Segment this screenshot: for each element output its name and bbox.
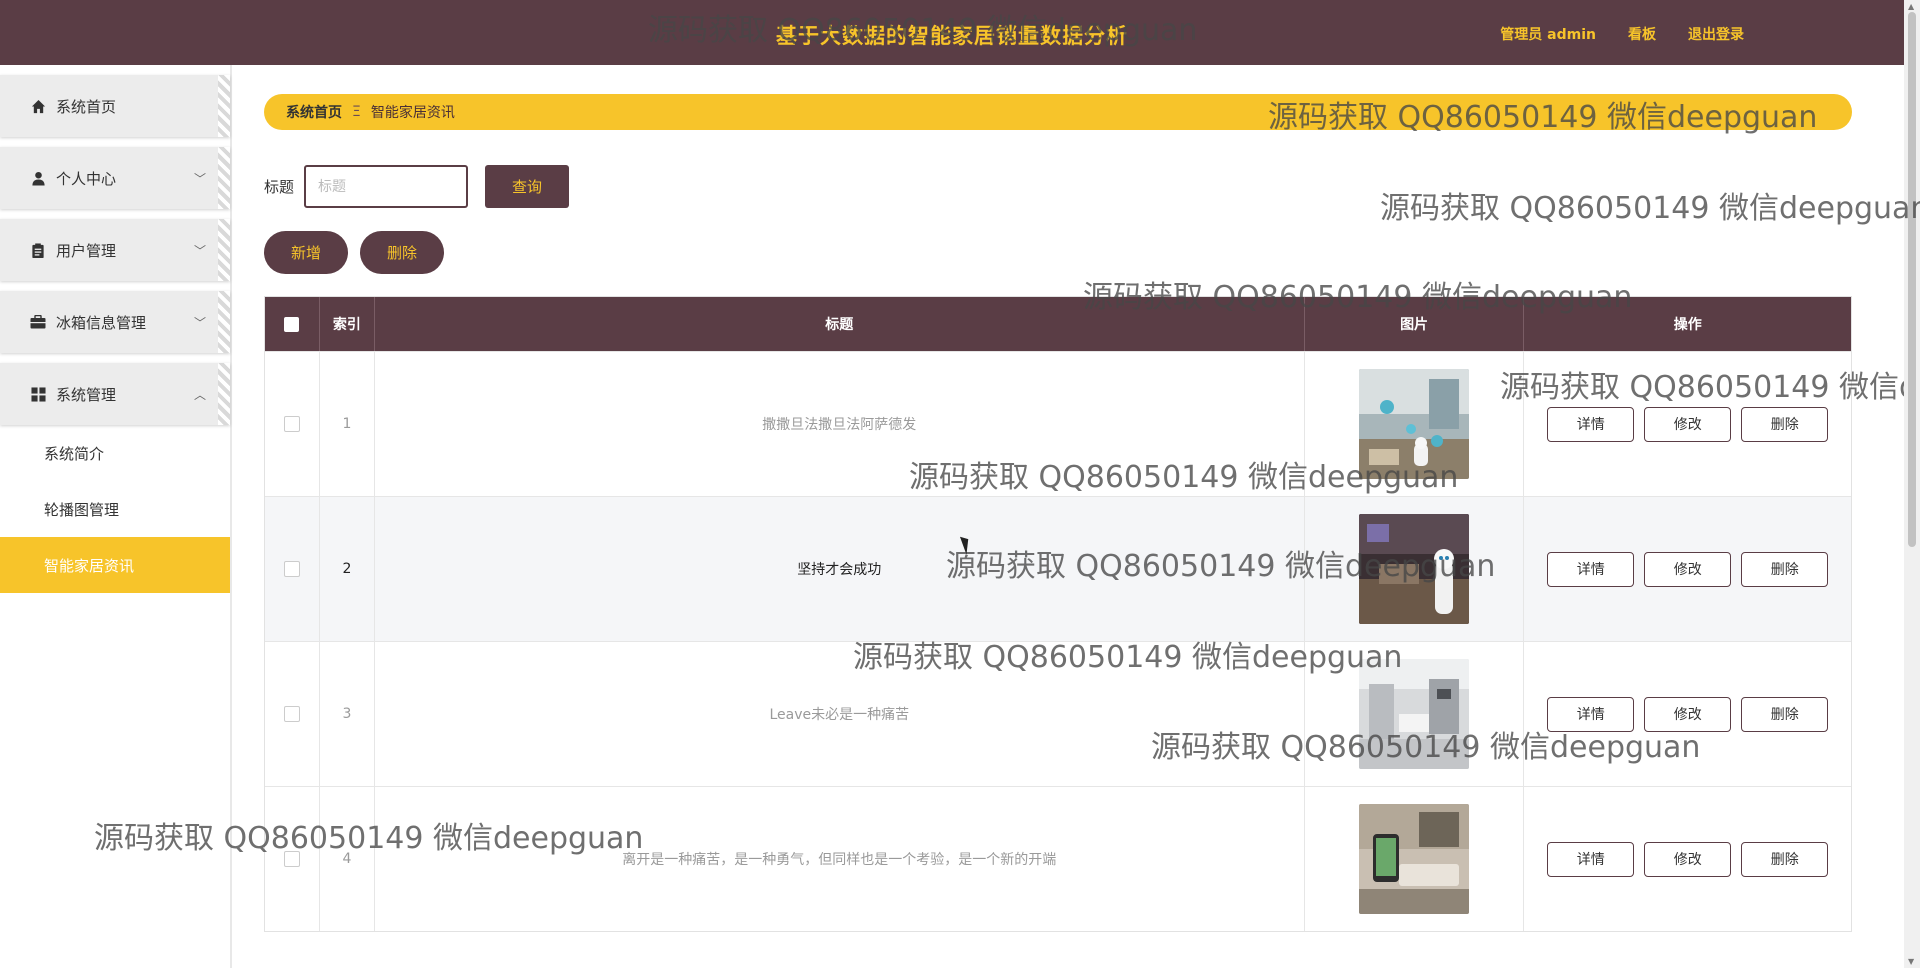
- delete-button[interactable]: 删除: [1741, 696, 1829, 732]
- edit-button[interactable]: 修改: [1644, 841, 1732, 877]
- scroll-up-icon[interactable]: ▲: [1908, 2, 1914, 11]
- breadcrumb-current: 智能家居资讯: [370, 105, 455, 121]
- row-index: 3: [320, 642, 375, 786]
- dashboard-link[interactable]: 看板: [1628, 24, 1656, 44]
- column-header-title: 标题: [375, 297, 1305, 351]
- news-thumbnail[interactable]: [1359, 369, 1470, 479]
- news-thumbnail[interactable]: [1359, 659, 1470, 769]
- chevron-down-icon: ﹀: [193, 244, 206, 258]
- briefcase-icon: [30, 314, 46, 330]
- select-all-checkbox[interactable]: [284, 316, 300, 332]
- sidebar-item-fridge-info[interactable]: 冰箱信息管理 ﹀: [0, 291, 230, 353]
- news-thumbnail[interactable]: [1359, 514, 1470, 624]
- top-header: 基于大数据的智能家居销量数据分析 管理员 admin 看板 退出登录: [0, 0, 1904, 65]
- header-nav: 管理员 admin 看板 退出登录: [1500, 24, 1744, 44]
- chevron-up-icon: ︿: [193, 388, 206, 402]
- column-header-actions: 操作: [1673, 317, 1702, 333]
- sidebar-item-label: 系统首页: [56, 97, 117, 116]
- delete-button[interactable]: 删除: [1741, 551, 1829, 587]
- row-image-cell: [1305, 497, 1525, 641]
- row-title: 坚持才会成功: [375, 497, 1305, 641]
- detail-button[interactable]: 详情: [1547, 696, 1635, 732]
- sidebar: 系统首页 个人中心 ﹀ 用户管理 ﹀ 冰箱信息管理 ﹀ 系统管理 ︿ 系统简介 …: [0, 65, 232, 968]
- row-index: 4: [320, 787, 375, 931]
- breadcrumb-separator: Ξ: [352, 104, 361, 120]
- delete-button[interactable]: 删除: [1741, 841, 1829, 877]
- row-check-cell: [265, 787, 320, 931]
- news-table: 索引 标题 图片 操作 1 撒撒旦法撒旦法阿萨德发 详情 修改 删除 2 坚持才…: [264, 296, 1852, 932]
- table-row: 2 坚持才会成功 详情 修改 删除: [265, 496, 1851, 641]
- user-icon: [30, 170, 46, 186]
- row-index: 2: [320, 497, 375, 641]
- title-search-input[interactable]: [304, 165, 469, 208]
- row-image-cell: [1305, 642, 1525, 786]
- batch-delete-button[interactable]: 删除: [360, 231, 444, 274]
- grid-icon: [30, 386, 46, 402]
- detail-button[interactable]: 详情: [1547, 841, 1635, 877]
- table-row: 3 Leave未必是一种痛苦 详情 修改 删除: [265, 641, 1851, 786]
- sidebar-item-personal-center[interactable]: 个人中心 ﹀: [0, 147, 230, 209]
- scrollbar-thumb[interactable]: [1908, 12, 1916, 547]
- sidebar-item-system-management[interactable]: 系统管理 ︿: [0, 363, 230, 425]
- detail-button[interactable]: 详情: [1547, 551, 1635, 587]
- row-actions: 详情 修改 删除: [1524, 642, 1851, 786]
- search-bar: 标题 查询: [264, 165, 570, 208]
- delete-button[interactable]: 删除: [1741, 406, 1829, 442]
- sidebar-item-label: 冰箱信息管理: [56, 313, 147, 332]
- row-check-cell: [265, 497, 320, 641]
- sidebar-subitem-system-intro[interactable]: 系统简介: [0, 425, 230, 481]
- row-actions: 详情 修改 删除: [1524, 352, 1851, 496]
- logout-link[interactable]: 退出登录: [1688, 24, 1744, 44]
- row-checkbox[interactable]: [283, 706, 300, 722]
- action-buttons: 新增 删除: [264, 231, 444, 274]
- row-checkbox[interactable]: [283, 561, 300, 577]
- home-icon: [30, 98, 46, 114]
- row-image-cell: [1305, 352, 1525, 496]
- edit-button[interactable]: 修改: [1644, 406, 1732, 442]
- edit-button[interactable]: 修改: [1644, 696, 1732, 732]
- column-header-image: 图片: [1305, 297, 1525, 351]
- watermark: 源码获取 QQ86050149 微信deepguan: [1380, 191, 1920, 226]
- news-thumbnail[interactable]: [1359, 804, 1470, 914]
- row-actions: 详情 修改 删除: [1524, 787, 1851, 931]
- column-header-index: 索引: [320, 297, 375, 351]
- row-title: 撒撒旦法撒旦法阿萨德发: [375, 352, 1305, 496]
- select-all-cell: [265, 297, 320, 351]
- row-title: Leave未必是一种痛苦: [375, 642, 1305, 786]
- row-title: 离开是一种痛苦，是一种勇气，但同样也是一个考验，是一个新的开端: [375, 787, 1305, 931]
- row-image-cell: [1305, 787, 1525, 931]
- breadcrumb-home[interactable]: 系统首页: [286, 102, 342, 122]
- page-scrollbar[interactable]: ▲ ▼: [1904, 0, 1920, 968]
- clipboard-icon: [30, 242, 46, 258]
- search-label: 标题: [264, 178, 295, 196]
- sidebar-item-home[interactable]: 系统首页: [0, 75, 230, 137]
- sidebar-subitem-smart-home-news[interactable]: 智能家居资讯: [0, 537, 230, 593]
- table-row: 1 撒撒旦法撒旦法阿萨德发 详情 修改 删除: [265, 351, 1851, 496]
- row-checkbox[interactable]: [283, 416, 300, 432]
- table-header: 索引 标题 图片 操作: [265, 297, 1851, 351]
- sidebar-subitem-carousel[interactable]: 轮播图管理: [0, 481, 230, 537]
- sidebar-item-label: 个人中心: [56, 169, 117, 188]
- breadcrumb: 系统首页 Ξ 智能家居资讯: [264, 94, 1852, 130]
- chevron-down-icon: ﹀: [193, 172, 206, 186]
- row-check-cell: [265, 352, 320, 496]
- sidebar-item-label: 系统管理: [56, 385, 117, 404]
- sidebar-item-label: 用户管理: [56, 241, 117, 260]
- add-button[interactable]: 新增: [264, 231, 348, 274]
- detail-button[interactable]: 详情: [1547, 406, 1635, 442]
- row-checkbox[interactable]: [283, 851, 300, 867]
- sidebar-item-user-management[interactable]: 用户管理 ﹀: [0, 219, 230, 281]
- row-check-cell: [265, 642, 320, 786]
- scroll-down-icon[interactable]: ▼: [1908, 957, 1914, 966]
- table-row: 4 离开是一种痛苦，是一种勇气，但同样也是一个考验，是一个新的开端 详情 修改 …: [265, 786, 1851, 931]
- row-actions: 详情 修改 删除: [1524, 497, 1851, 641]
- query-button[interactable]: 查询: [485, 165, 570, 208]
- row-index: 1: [320, 352, 375, 496]
- edit-button[interactable]: 修改: [1644, 551, 1732, 587]
- admin-user-link[interactable]: 管理员 admin: [1500, 24, 1596, 44]
- chevron-down-icon: ﹀: [193, 316, 206, 330]
